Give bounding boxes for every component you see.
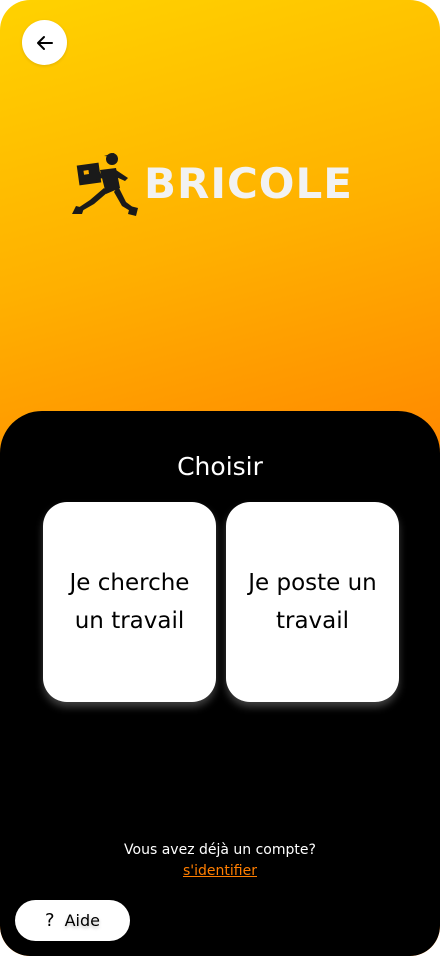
help-button[interactable]: ? Aide: [15, 900, 130, 941]
brand-logo: BRICOLE: [70, 148, 380, 228]
post-job-label: Je poste un travail: [248, 570, 377, 634]
back-button[interactable]: [22, 20, 67, 65]
app-screen: BRICOLE Choisir Je cherche un travail Je…: [0, 0, 440, 956]
seek-job-label: Je cherche un travail: [69, 570, 190, 634]
signin-link-container: s'identifier: [0, 861, 440, 881]
choice-panel: Choisir Je cherche un travail Je poste u…: [0, 411, 440, 956]
panel-title: Choisir: [177, 452, 263, 481]
existing-account-prompt: Vous avez déjà un compte?: [124, 842, 316, 858]
signin-link[interactable]: s'identifier: [183, 863, 257, 879]
running-delivery-person-icon: [72, 153, 138, 216]
seek-job-card[interactable]: Je cherche un travail: [43, 502, 216, 702]
question-mark-icon: ?: [45, 909, 55, 931]
help-label: Aide: [64, 910, 100, 930]
brand-wordmark: BRICOLE: [144, 159, 353, 208]
arrow-left-icon: [36, 35, 53, 50]
post-job-card[interactable]: Je poste un travail: [226, 502, 399, 702]
